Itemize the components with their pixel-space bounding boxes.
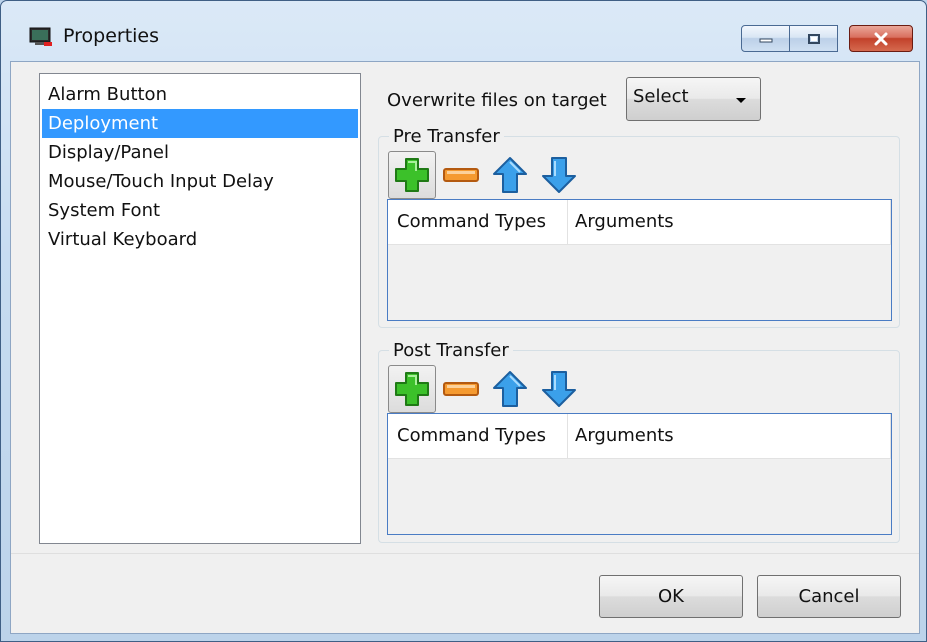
category-item-system-font[interactable]: System Font [42,196,358,225]
pre-transfer-move-up-button[interactable] [486,151,534,199]
post-transfer-table[interactable]: Command Types Arguments [387,413,892,535]
post-transfer-add-button[interactable] [388,365,436,413]
post-transfer-title: Post Transfer [389,340,513,362]
footer-divider [11,553,919,554]
minimize-button[interactable] [741,25,790,52]
restore-icon [807,33,820,44]
post-transfer-move-up-button[interactable] [486,365,534,413]
category-item-mouse-touch-input-delay[interactable]: Mouse/Touch Input Delay [42,167,358,196]
pre-transfer-move-down-button[interactable] [535,151,583,199]
pre-transfer-remove-button[interactable] [437,151,485,199]
table-header: Command Types Arguments [388,414,891,459]
post-transfer-remove-button[interactable] [437,365,485,413]
post-transfer-toolbar [388,365,584,413]
minimize-icon [759,38,772,42]
properties-window: Properties Alarm Button Deployment Displ… [0,0,927,642]
pre-transfer-add-button[interactable] [388,151,436,199]
category-item-alarm-button[interactable]: Alarm Button [42,80,358,109]
column-header-arguments[interactable]: Arguments [568,414,891,458]
pre-transfer-group: Pre Transfer Command Types Arguments [378,126,900,328]
post-transfer-group: Post Transfer Command Types Arguments [378,340,900,543]
category-item-display-panel[interactable]: Display/Panel [42,138,358,167]
remove-icon [443,168,479,182]
add-icon [395,372,429,406]
move-down-icon [542,157,576,193]
cancel-button[interactable]: Cancel [757,575,901,618]
move-down-icon [542,371,576,407]
close-button[interactable] [849,25,913,52]
column-header-command-types[interactable]: Command Types [388,200,568,244]
maximize-button[interactable] [790,25,838,52]
column-header-arguments[interactable]: Arguments [568,200,891,244]
column-header-command-types[interactable]: Command Types [388,414,568,458]
ok-button[interactable]: OK [599,575,743,618]
dialog-body: Alarm Button Deployment Display/Panel Mo… [10,61,920,634]
move-up-icon [493,371,527,407]
add-icon [395,158,429,192]
remove-icon [443,382,479,396]
pre-transfer-toolbar [388,151,584,199]
category-list[interactable]: Alarm Button Deployment Display/Panel Mo… [39,73,361,544]
table-header: Command Types Arguments [388,200,891,245]
overwrite-files-value: Select [633,86,689,107]
post-transfer-move-down-button[interactable] [535,365,583,413]
category-item-virtual-keyboard[interactable]: Virtual Keyboard [42,225,358,254]
dropdown-arrow-icon [736,98,746,103]
overwrite-files-dropdown[interactable]: Select [626,77,761,121]
category-item-deployment[interactable]: Deployment [42,109,358,138]
pre-transfer-title: Pre Transfer [389,126,504,148]
overwrite-files-label: Overwrite files on target [387,90,607,111]
move-up-icon [493,157,527,193]
computer-monitor-icon [29,27,52,46]
window-title: Properties [63,25,160,47]
close-icon [874,32,888,45]
pre-transfer-table[interactable]: Command Types Arguments [387,199,892,321]
